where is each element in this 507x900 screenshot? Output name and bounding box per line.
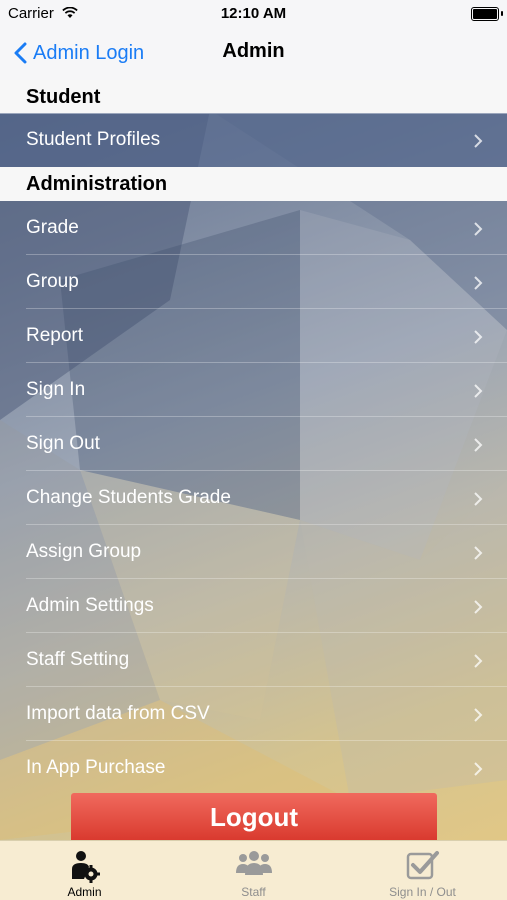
row-label: Sign Out: [26, 433, 100, 454]
tab-label: Staff: [241, 885, 266, 899]
tab-label: Admin: [67, 885, 102, 899]
row-report[interactable]: Report: [0, 309, 507, 363]
row-label: Staff Setting: [26, 649, 130, 670]
screen: Carrier 12:10 AM Admin Login Admin Stude…: [0, 0, 507, 900]
back-button[interactable]: Admin Login: [14, 38, 144, 68]
section-header-label: Administration: [26, 173, 168, 195]
tab-sign-in-out[interactable]: Sign In / Out: [338, 841, 507, 900]
tab-label: Sign In / Out: [389, 885, 456, 899]
row-label: Grade: [26, 217, 79, 238]
chevron-right-icon: [474, 600, 483, 614]
clock: 12:10 AM: [220, 5, 287, 22]
chevron-right-icon: [474, 438, 483, 452]
section-header-administration: Administration: [0, 167, 507, 201]
row-student-profiles[interactable]: Student Profiles: [0, 113, 507, 167]
battery-icon: [471, 7, 503, 21]
admin-gear-person-icon: [71, 851, 100, 883]
chevron-right-icon: [474, 492, 483, 506]
chevron-right-icon: [474, 546, 483, 560]
chevron-right-icon: [474, 134, 483, 148]
row-admin-settings[interactable]: Admin Settings: [0, 579, 507, 633]
row-label: Student Profiles: [26, 129, 161, 150]
row-group[interactable]: Group: [0, 255, 507, 309]
row-sign-in[interactable]: Sign In: [0, 363, 507, 417]
status-bar: Carrier 12:10 AM: [0, 0, 507, 28]
tab-bar: Admin Staff Sign In / Out: [0, 840, 507, 900]
chevron-right-icon: [474, 384, 483, 398]
row-grade[interactable]: Grade: [0, 201, 507, 255]
tab-staff[interactable]: Staff: [169, 841, 338, 900]
chevron-right-icon: [474, 762, 483, 776]
row-label: Assign Group: [26, 541, 142, 562]
navigation-bar: Admin Login Admin: [0, 28, 507, 81]
group-people-icon: [235, 851, 272, 875]
section-header-label: Student: [26, 86, 101, 108]
chevron-right-icon: [474, 654, 483, 668]
checkbox-check-icon: [406, 851, 439, 880]
row-staff-setting[interactable]: Staff Setting: [0, 633, 507, 687]
row-change-students-grade[interactable]: Change Students Grade: [0, 471, 507, 525]
row-label: Import data from CSV: [26, 703, 210, 724]
chevron-right-icon: [474, 330, 483, 344]
chevron-left-icon: [14, 42, 27, 64]
chevron-right-icon: [474, 222, 483, 236]
row-label: Admin Settings: [26, 595, 154, 616]
back-button-label: Admin Login: [33, 41, 145, 64]
row-sign-out[interactable]: Sign Out: [0, 417, 507, 471]
row-assign-group[interactable]: Assign Group: [0, 525, 507, 579]
row-label: In App Purchase: [26, 757, 166, 778]
chevron-right-icon: [474, 276, 483, 290]
row-label: Group: [26, 271, 79, 292]
row-label: Change Students Grade: [26, 487, 231, 508]
row-in-app-purchase[interactable]: In App Purchase: [0, 741, 507, 795]
row-label: Sign In: [26, 379, 86, 400]
row-label: Report: [26, 325, 84, 346]
row-import-data-from-csv[interactable]: Import data from CSV: [0, 687, 507, 741]
chevron-right-icon: [474, 708, 483, 722]
tab-admin[interactable]: Admin: [0, 841, 169, 900]
section-header-student: Student: [0, 80, 507, 114]
logout-button[interactable]: Logout: [71, 793, 437, 841]
